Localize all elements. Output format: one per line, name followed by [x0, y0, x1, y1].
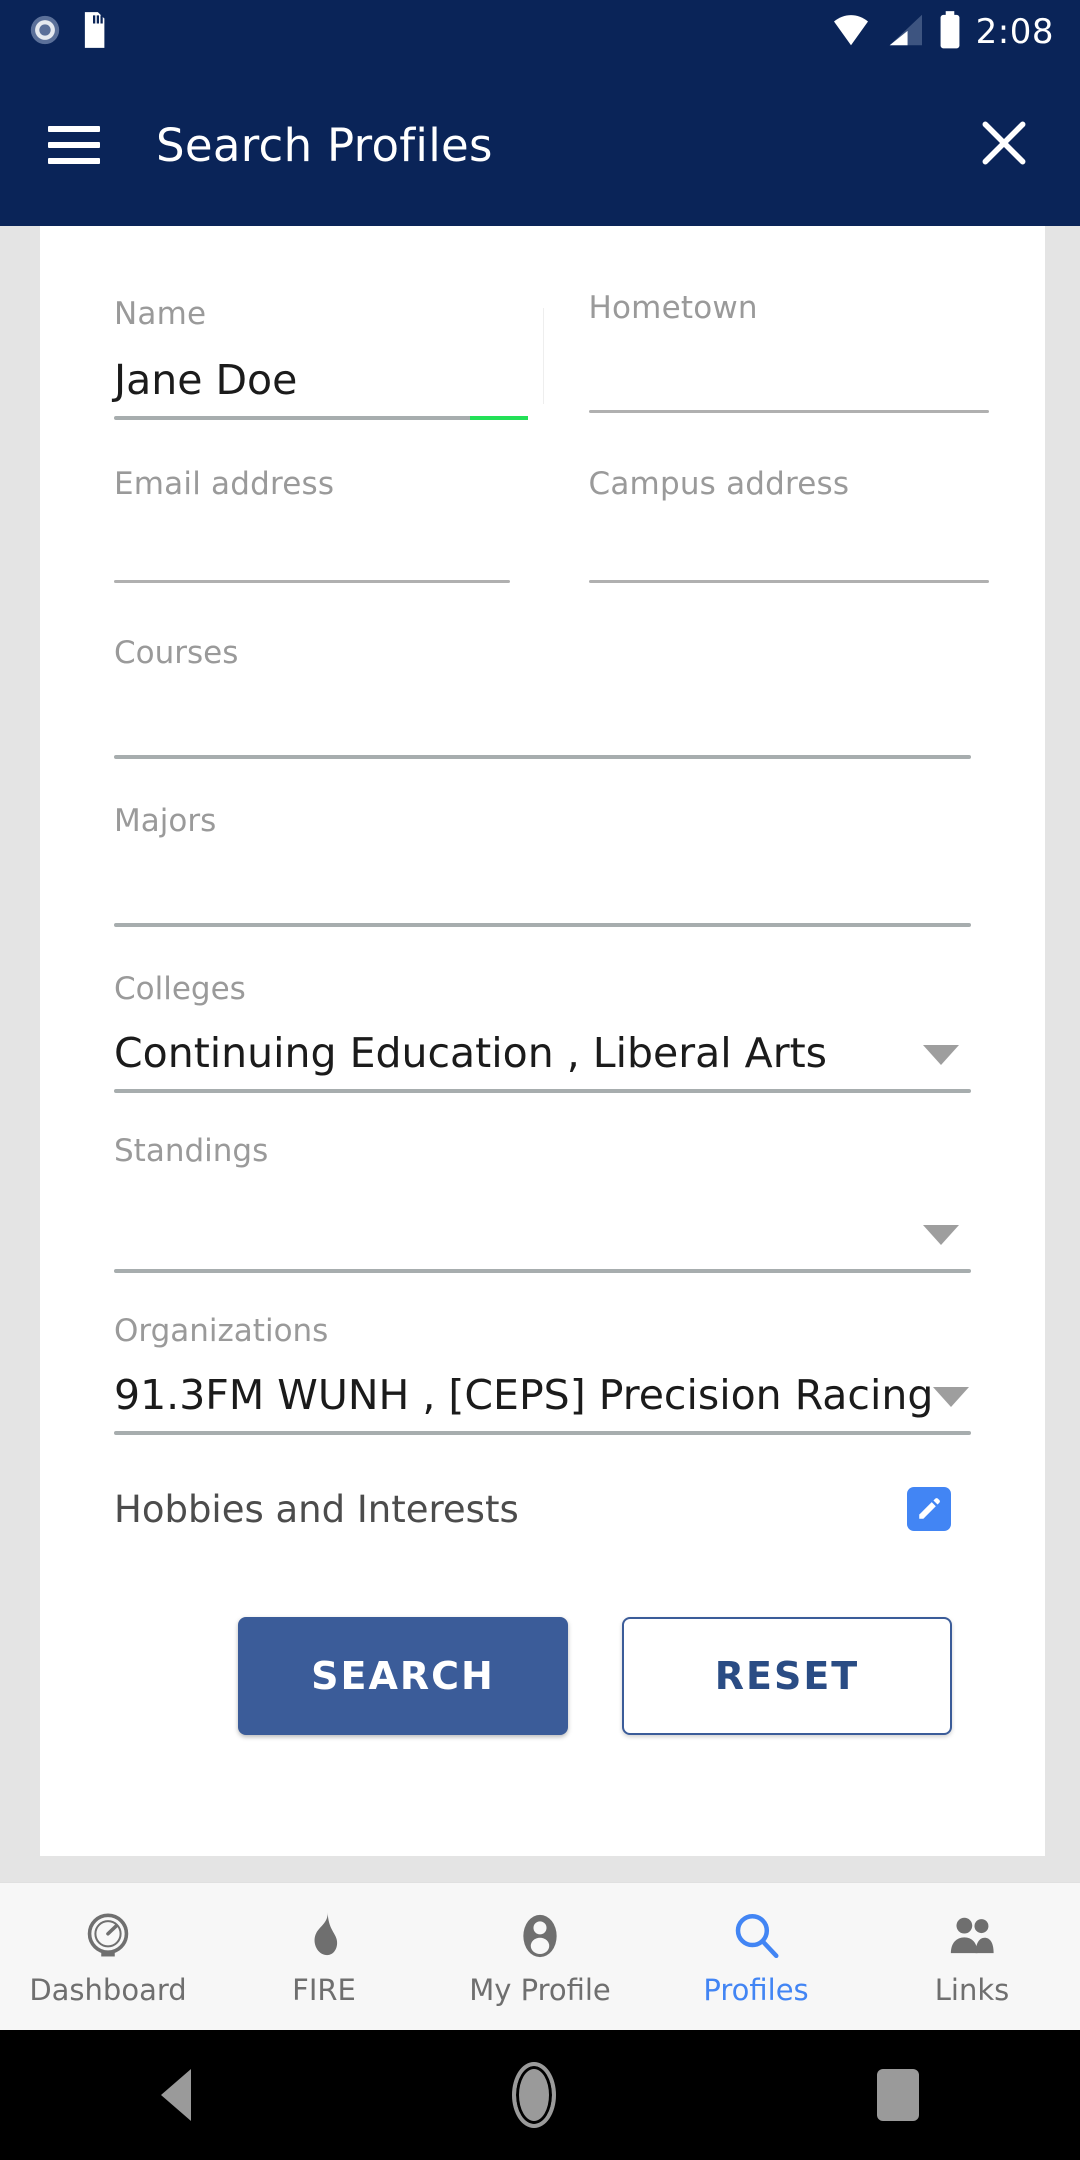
nav-item-dashboard[interactable]: Dashboard [0, 1907, 216, 2007]
sim-card-icon [28, 13, 62, 51]
wifi-icon [830, 13, 872, 51]
nav-item-fire[interactable]: FIRE [216, 1907, 432, 2007]
android-navigation-bar [0, 2030, 1080, 2160]
field-email-label: Email address [114, 466, 335, 502]
field-hometown-value [589, 350, 972, 398]
status-bar-left-icons [0, 12, 106, 52]
field-hometown-label: Hometown [588, 290, 758, 326]
field-standings-label: Standings [114, 1133, 269, 1169]
field-colleges-select[interactable]: Continuing Education , Liberal Arts [114, 1029, 971, 1077]
nav-item-my-profile[interactable]: My Profile [432, 1907, 648, 2007]
pencil-edit-icon[interactable] [907, 1487, 951, 1531]
page-background: Name Jane Doe Hometown Email address Cam… [0, 226, 1080, 1882]
field-campus-address[interactable]: Campus address [543, 466, 989, 583]
nav-item-links[interactable]: Links [864, 1907, 1080, 2007]
recents-square-icon[interactable] [877, 2069, 920, 2121]
field-organizations-value: 91.3FM WUNH , [CEPS] Precision Racing [114, 1371, 934, 1419]
field-campus-address-input[interactable] [589, 502, 972, 580]
field-campus-address-underline [588, 580, 989, 583]
field-colleges-underline [114, 1089, 971, 1093]
row-name-hometown: Name Jane Doe Hometown [114, 290, 989, 420]
chevron-down-icon[interactable] [933, 1387, 970, 1407]
field-standings[interactable]: Standings [114, 1133, 971, 1273]
field-courses[interactable]: Courses [114, 635, 971, 759]
page-title: Search Profiles [156, 118, 493, 172]
nav-label-links: Links [934, 1972, 1010, 2007]
field-standings-select[interactable] [114, 1191, 971, 1257]
field-name-label: Name [114, 296, 207, 332]
field-email-underline [114, 580, 510, 583]
chevron-down-icon[interactable] [923, 1225, 959, 1245]
field-hobbies[interactable]: Hobbies and Interests [114, 1487, 971, 1531]
field-organizations-underline [114, 1431, 971, 1435]
field-name-value: Jane Doe [114, 356, 298, 404]
speedometer-icon [81, 1907, 135, 1963]
field-organizations-select[interactable]: 91.3FM WUNH , [CEPS] Precision Racing [114, 1371, 971, 1419]
nav-label-profiles: Profiles [703, 1972, 809, 2007]
row-email-campus: Email address Campus address [114, 466, 989, 583]
field-organizations[interactable]: Organizations 91.3FM WUNH , [CEPS] Preci… [114, 1313, 971, 1435]
battery-icon [938, 11, 962, 53]
field-colleges[interactable]: Colleges Continuing Education , Liberal … [114, 971, 971, 1093]
field-colleges-value: Continuing Education , Liberal Arts [114, 1029, 828, 1077]
status-bar-clock: 2:08 [975, 12, 1054, 52]
nav-label-my-profile: My Profile [469, 1972, 611, 2007]
status-bar-right-icons: 2:08 [830, 11, 1080, 53]
close-icon[interactable] [976, 115, 1032, 175]
bottom-navigation: Dashboard FIRE My Profile Profiles Links [0, 1882, 1080, 2030]
search-button[interactable]: SEARCH [238, 1617, 568, 1735]
field-courses-label: Courses [114, 635, 239, 671]
field-organizations-label: Organizations [114, 1313, 329, 1349]
home-circle-icon[interactable] [511, 2062, 556, 2128]
field-hometown[interactable]: Hometown [543, 290, 989, 420]
field-standings-value [114, 1209, 127, 1257]
field-hobbies-label: Hobbies and Interests [114, 1487, 519, 1531]
nav-label-dashboard: Dashboard [29, 1972, 187, 2007]
hamburger-menu-icon[interactable] [48, 126, 100, 164]
chevron-down-icon[interactable] [923, 1045, 959, 1065]
sd-card-icon [80, 12, 106, 52]
field-email[interactable]: Email address [114, 466, 543, 583]
field-courses-underline [114, 755, 971, 759]
status-bar: 2:08 [0, 0, 1080, 64]
field-majors[interactable]: Majors [114, 803, 971, 927]
form-actions: SEARCH RESET [114, 1617, 971, 1735]
field-campus-address-label: Campus address [588, 466, 850, 502]
field-standings-underline [114, 1269, 971, 1273]
search-icon [729, 1907, 783, 1963]
field-majors-underline [114, 923, 971, 927]
reset-button[interactable]: RESET [622, 1617, 952, 1735]
flame-icon [297, 1907, 351, 1963]
nav-label-fire: FIRE [292, 1972, 356, 2007]
field-majors-input[interactable] [114, 839, 971, 923]
phone-screen: 2:08 Search Profiles Name Jane Doe Homet… [0, 0, 1080, 2160]
field-majors-label: Majors [114, 803, 217, 839]
field-email-input[interactable] [114, 502, 543, 580]
search-form-card: Name Jane Doe Hometown Email address Cam… [40, 226, 1045, 1856]
cellular-signal-icon [886, 13, 924, 51]
field-colleges-label: Colleges [114, 971, 246, 1007]
people-icon [945, 1907, 999, 1963]
field-name-underline [114, 416, 528, 420]
field-name-active-indicator [470, 416, 528, 420]
app-bar: Search Profiles [0, 64, 1080, 226]
field-name[interactable]: Name Jane Doe [114, 290, 543, 420]
field-courses-input[interactable] [114, 671, 971, 755]
nav-item-profiles[interactable]: Profiles [648, 1907, 864, 2007]
field-hometown-underline [588, 410, 989, 413]
back-triangle-icon[interactable] [160, 2069, 191, 2121]
person-icon [513, 1907, 567, 1963]
